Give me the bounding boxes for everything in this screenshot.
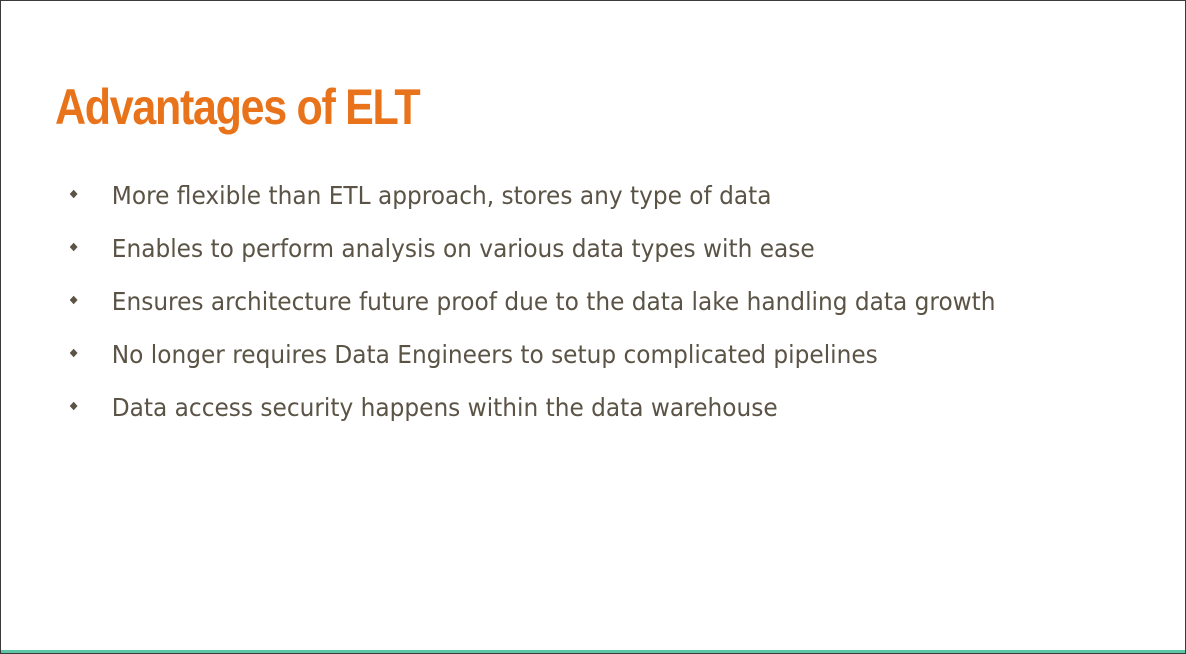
bullet-text: No longer requires Data Engineers to set… [111,340,878,369]
bullet-item: Data access security happens within the … [69,381,1036,434]
diamond-bullet-icon [69,295,78,305]
bullet-item: Ensures architecture future proof due to… [69,275,1036,328]
slide-frame: Advantages of ELT More flexible than ETL… [0,0,1186,654]
bullet-item: Enables to perform analysis on various d… [69,222,1036,275]
diamond-bullet-icon [69,242,78,252]
bullet-text: Ensures architecture future proof due to… [111,287,996,316]
bullet-item: No longer requires Data Engineers to set… [69,328,1036,381]
slide-title: Advantages of ELT [55,79,421,135]
diamond-bullet-icon [69,401,78,411]
diamond-bullet-icon [69,348,78,358]
diamond-bullet-icon [69,189,78,199]
bullet-text: Data access security happens within the … [111,393,778,422]
bottom-accent-line [1,650,1185,653]
bullet-text: Enables to perform analysis on various d… [111,234,815,263]
bullet-item: More flexible than ETL approach, stores … [69,169,1036,222]
bullet-text: More flexible than ETL approach, stores … [111,181,772,210]
bullet-list: More flexible than ETL approach, stores … [69,169,1109,434]
